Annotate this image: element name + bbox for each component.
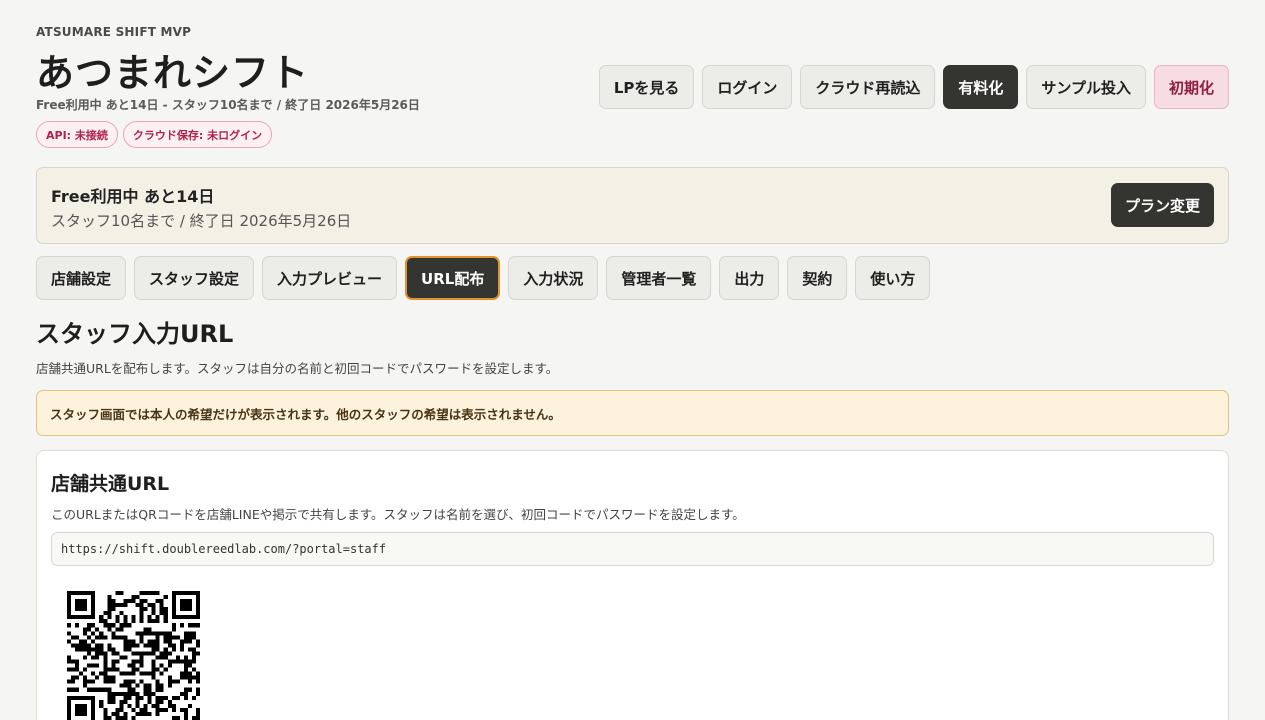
login-button[interactable]: ログイン xyxy=(702,65,793,109)
tab-staff-settings[interactable]: スタッフ設定 xyxy=(134,256,255,300)
tab-output[interactable]: 出力 xyxy=(719,256,780,300)
cloud-reload-button[interactable]: クラウド再読込 xyxy=(800,65,936,109)
section-title: スタッフ入力URL xyxy=(36,320,234,348)
tab-input-status[interactable]: 入力状況 xyxy=(508,256,599,300)
cloud-save-status-badge: クラウド保存: 未ログイン xyxy=(122,121,273,148)
plan-banner: Free利用中 あと14日 スタッフ10名まで / 終了日 2026年5月26日… xyxy=(36,167,1229,244)
qr-code-icon xyxy=(67,591,200,720)
tab-store-settings[interactable]: 店舗設定 xyxy=(36,256,127,300)
app-eyebrow: ATSUMARE SHIFT MVP xyxy=(36,25,192,39)
tab-url-distribution[interactable]: URL配布 xyxy=(405,256,501,300)
plan-banner-subtitle: スタッフ10名まで / 終了日 2026年5月26日 xyxy=(51,212,352,230)
reset-button[interactable]: 初期化 xyxy=(1153,65,1229,109)
card-description: このURLまたはQRコードを店舗LINEや掲示で共有します。スタッフは名前を選び… xyxy=(51,507,745,522)
plan-status-line: Free利用中 あと14日 - スタッフ10名まで / 終了日 2026年5月2… xyxy=(36,98,420,112)
staff-url-field[interactable] xyxy=(51,532,1214,566)
tab-how-to-use[interactable]: 使い方 xyxy=(855,256,931,300)
section-description: 店舗共通URLを配布します。スタッフは自分の名前と初回コードでパスワードを設定し… xyxy=(36,361,559,376)
upgrade-button[interactable]: 有料化 xyxy=(943,65,1019,109)
tab-admin-list[interactable]: 管理者一覧 xyxy=(606,256,712,300)
header-actions: LPを見る ログイン クラウド再読込 有料化 サンプル投入 初期化 xyxy=(598,65,1229,109)
tab-input-preview[interactable]: 入力プレビュー xyxy=(262,256,398,300)
api-status-badge: API: 未接続 xyxy=(36,121,118,148)
change-plan-button[interactable]: プラン変更 xyxy=(1110,183,1214,227)
main-tabs: 店舗設定 スタッフ設定 入力プレビュー URL配布 入力状況 管理者一覧 出力 … xyxy=(36,256,931,300)
tab-contract[interactable]: 契約 xyxy=(787,256,848,300)
view-lp-button[interactable]: LPを見る xyxy=(598,65,695,109)
store-url-card: 店舗共通URL このURLまたはQRコードを店舗LINEや掲示で共有します。スタ… xyxy=(36,450,1229,720)
status-badges: API: 未接続 クラウド保存: 未ログイン xyxy=(36,121,273,148)
load-sample-button[interactable]: サンプル投入 xyxy=(1026,65,1146,109)
app-title: あつまれシフト xyxy=(36,51,310,95)
privacy-notice: スタッフ画面では本人の希望だけが表示されます。他のスタッフの希望は表示されません… xyxy=(36,390,1229,436)
plan-banner-title: Free利用中 あと14日 xyxy=(51,187,215,206)
card-title: 店舗共通URL xyxy=(51,473,170,495)
